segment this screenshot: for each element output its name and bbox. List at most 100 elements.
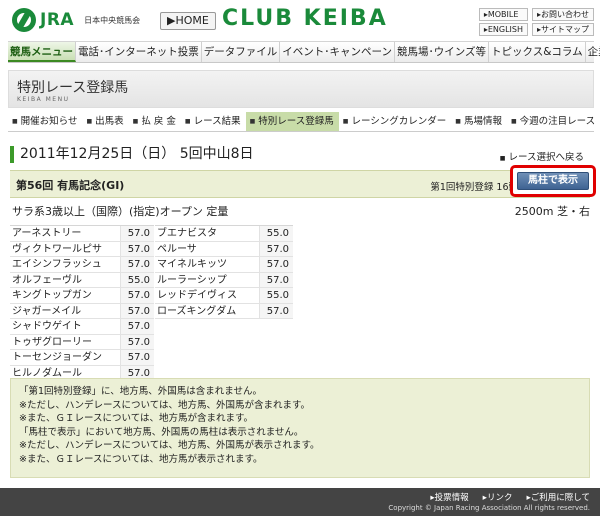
horse-weight: 57.0	[120, 334, 154, 349]
table-row: キングトップガン 57.0	[10, 288, 154, 304]
note-line: ※ただし、ハンデレースについては、地方馬、外国馬が表示されます。	[19, 440, 320, 451]
notes-box: 「第1回特別登録」に、地方馬、外国馬は含まれません。 ※ただし、ハンデレースにつ…	[10, 378, 590, 478]
horse-weight: 57.0	[120, 288, 154, 303]
header-links: ▸MOBILE ▸お問い合わせ ▸ENGLISH ▸サイトマップ	[478, 8, 594, 36]
note-line: ※また、ＧＩレースについては、地方馬が含まれます。	[19, 413, 254, 424]
footer-terms-link[interactable]: ▸ご利用に際して	[526, 491, 590, 503]
jra-logo-text: JRA	[40, 10, 75, 30]
note-line: ※また、ＧＩレースについては、地方馬が表示されます。	[19, 453, 263, 465]
horse-name: シャドウゲイト	[12, 321, 82, 332]
contact-link[interactable]: ▸お問い合わせ	[531, 8, 594, 21]
subnav-special-registration[interactable]: ■ 特別レース登録馬	[245, 112, 339, 131]
site-footer: ▸投票情報 ▸リンク ▸ご利用に際して Copyright © Japan Ra…	[0, 488, 600, 516]
horse-weight: 57.0	[120, 257, 154, 272]
footer-voting-info-link[interactable]: ▸投票情報	[430, 491, 468, 503]
sub-nav: ■ 開催お知らせ ■ 出馬表 ■ 払 戻 金 ■ レース結果 ■ 特別レース登録馬 ■ レー…	[8, 112, 595, 132]
nav-topics[interactable]: トピックス&コラム	[489, 42, 586, 62]
nav-keiba-menu[interactable]: 競馬メニュー	[8, 42, 76, 62]
footer-links-link[interactable]: ▸リンク	[483, 491, 513, 503]
horse-name: ペルーサ	[157, 243, 197, 255]
home-label: HOME	[175, 14, 209, 27]
arrow-icon: ■	[249, 118, 256, 125]
table-row: アーネストリー 57.0	[10, 226, 154, 242]
table-row: ローズキングダム 57.0	[155, 303, 293, 319]
horse-weight: 57.0	[259, 303, 293, 318]
subnav-track-info[interactable]: ■ 馬場情報	[451, 112, 507, 131]
table-row: トゥザグローリー 57.0	[10, 334, 154, 350]
horse-name: オルフェーヴル	[12, 274, 82, 286]
race-distance: 2500m 芝・右	[514, 205, 590, 218]
table-row: ルーラーシップ 57.0	[155, 272, 293, 288]
arrow-icon: ■	[455, 118, 461, 125]
race-header-bar: 第56回 有馬記念(GI) 第1回特別登録 16頭	[10, 170, 590, 198]
subnav-results[interactable]: ■ レース結果	[181, 112, 246, 131]
subnav-announcements[interactable]: ■ 開催お知らせ	[8, 112, 82, 131]
horse-name: キングトップガン	[12, 290, 92, 301]
nav-voting[interactable]: 電話･インターネット投票	[76, 42, 202, 62]
horse-name: ジャガーメイル	[12, 305, 82, 317]
arrow-icon: ■	[499, 155, 506, 162]
table-row: ブエナビスタ 55.0	[155, 226, 293, 242]
horse-weight: 55.0	[120, 272, 154, 287]
horse-weight: 57.0	[120, 226, 154, 241]
horse-weight: 57.0	[120, 303, 154, 318]
subnav-racing-calendar[interactable]: ■ レーシングカレンダー	[339, 112, 451, 131]
horse-weight: 57.0	[120, 350, 154, 365]
horse-name: エイシンフラッシュ	[12, 259, 102, 270]
arrow-icon: ■	[184, 118, 191, 125]
table-row: レッドデイヴィス 55.0	[155, 288, 293, 304]
nav-corporate[interactable]: 企業情報	[586, 42, 600, 62]
site-header: JRA 日本中央競馬会 ▶HOME CLUB KEIBA ▸MOBILE ▸お問…	[0, 0, 600, 38]
home-button[interactable]: ▶HOME	[160, 12, 216, 30]
table-row: トーセンジョーダン 57.0	[10, 350, 154, 366]
horse-weight: 57.0	[120, 241, 154, 256]
subnav-payouts[interactable]: ■ 払 戻 金	[129, 112, 181, 131]
horse-list-column-2: ブエナビスタ 55.0 ペルーサ 57.0 マイネルキッツ 57.0 ルーラーシップ 5…	[155, 225, 293, 319]
horse-weight: 55.0	[259, 226, 293, 241]
table-row: マイネルキッツ 57.0	[155, 257, 293, 273]
nav-racecourses[interactable]: 競馬場･ウインズ等	[395, 42, 490, 62]
english-link[interactable]: ▸ENGLISH	[478, 23, 528, 36]
shuba-button-highlight: 馬柱で表示	[510, 165, 596, 197]
arrow-icon: ■	[132, 118, 139, 125]
horse-weight: 57.0	[259, 272, 293, 287]
horse-name: ローズキングダム	[157, 305, 237, 317]
horse-name: レッドデイヴィス	[157, 290, 237, 301]
table-row: エイシンフラッシュ 57.0	[10, 257, 154, 273]
note-line: 「第1回特別登録」に、地方馬、外国馬は含まれません。	[19, 386, 262, 397]
horse-name: マイネルキッツ	[157, 259, 227, 270]
subnav-entries[interactable]: ■ 出馬表	[82, 112, 128, 131]
horse-list-column-1: アーネストリー 57.0 ヴィクトワールピサ 57.0 エイシンフラッシュ 57.0 …	[10, 225, 154, 381]
sitemap-link[interactable]: ▸サイトマップ	[531, 23, 594, 36]
horse-name: アーネストリー	[12, 228, 82, 239]
race-date-heading: 2011年12月25日（日） 5回中山8日	[10, 146, 254, 163]
jra-org-name: 日本中央競馬会	[84, 15, 141, 25]
arrow-icon: ■	[86, 118, 93, 125]
horse-name: ヴィクトワールピサ	[12, 243, 102, 255]
note-line: ※ただし、ハンデレースについては、地方馬、外国馬が含まれます。	[19, 399, 311, 411]
jra-logo-icon	[12, 8, 36, 32]
subnav-featured-race[interactable]: ■ 今週の注目レース	[507, 112, 600, 131]
horse-weight: 57.0	[259, 257, 293, 272]
jra-logo[interactable]: JRA 日本中央競馬会	[12, 8, 140, 32]
page-subtitle: KEIBA MENU	[17, 96, 70, 103]
page-title-area: 特別レース登録馬 KEIBA MENU	[8, 70, 594, 108]
arrow-icon: ■	[510, 118, 517, 125]
horse-name: トゥザグローリー	[12, 336, 92, 348]
club-keiba-logo[interactable]: CLUB KEIBA	[222, 6, 388, 31]
note-line: 「馬柱で表示」において地方馬、外国馬の馬柱は表示されません。	[19, 426, 304, 438]
mobile-link[interactable]: ▸MOBILE	[478, 8, 528, 21]
arrow-icon: ■	[12, 118, 18, 125]
horse-name: ルーラーシップ	[157, 274, 227, 286]
back-to-race-select-link[interactable]: ■ レース選択へ戻る	[500, 149, 584, 163]
horse-weight: 57.0	[120, 319, 154, 334]
arrow-icon: ■	[342, 118, 349, 125]
copyright: Copyright © Japan Racing Association All…	[388, 504, 590, 512]
horse-name: トーセンジョーダン	[12, 352, 102, 363]
horse-name: ブエナビスタ	[157, 228, 217, 239]
nav-events[interactable]: イベント･キャンペーン	[280, 42, 395, 62]
shuba-display-button[interactable]: 馬柱で表示	[517, 172, 589, 190]
nav-data-file[interactable]: データファイル	[202, 42, 281, 62]
footer-links: ▸投票情報 ▸リンク ▸ご利用に際して	[430, 491, 590, 503]
horse-weight: 55.0	[259, 288, 293, 303]
